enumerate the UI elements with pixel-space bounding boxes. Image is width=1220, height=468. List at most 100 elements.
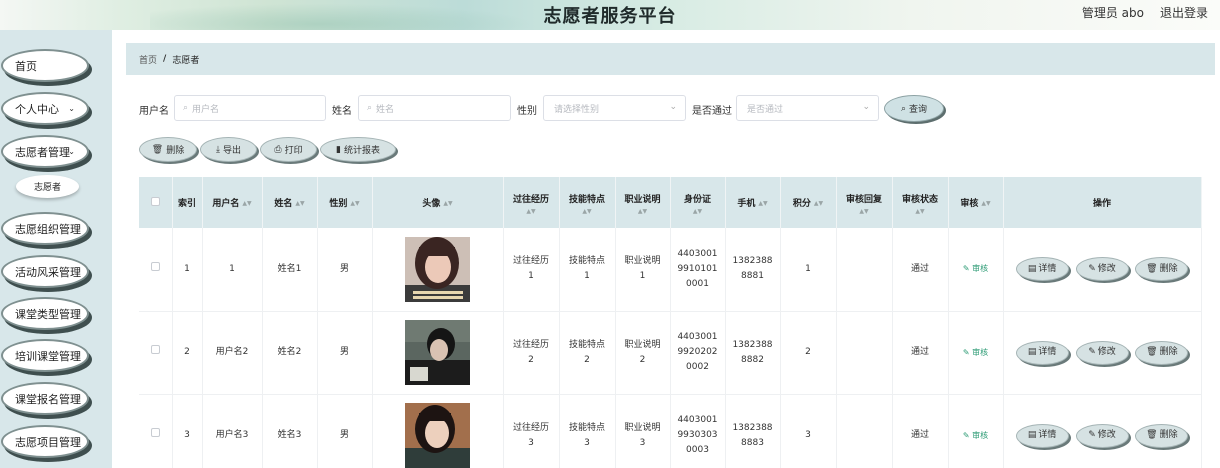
delete-row-button[interactable]: 🗑 删除: [1135, 423, 1189, 448]
idcard-line: 0001: [686, 278, 709, 289]
sidebar-item-personal-center[interactable]: 个人中心 ⌄: [1, 92, 89, 125]
review-link-label: 审核: [972, 347, 989, 357]
column-header-label: 审核状态: [901, 194, 938, 205]
column-header-review-reply[interactable]: 审核回复 ▲▼: [836, 177, 893, 228]
detail-label: 详情: [1038, 263, 1057, 274]
column-header-job[interactable]: 职业说明 ▲▼: [615, 177, 671, 228]
review-link[interactable]: ✎ 审核: [963, 264, 988, 273]
sidebar-item-label: 培训课堂管理: [15, 349, 81, 363]
cell-index: 2: [172, 311, 203, 395]
column-header-phone[interactable]: 手机 ▲▼: [725, 177, 781, 228]
column-header-review[interactable]: 审核 ▲▼: [948, 177, 1004, 228]
sidebar-subitem-volunteer[interactable]: 志愿者: [16, 175, 79, 198]
search-bar: 用户名 ⌕ 用户名 姓名 ⌕ 姓名 性别 请选择性别 ⌄ 是否通过 是否通过 ⌄…: [112, 95, 1220, 122]
delete-button[interactable]: 🗑 删除: [139, 137, 197, 162]
column-header-review-status[interactable]: 审核状态 ▲▼: [892, 177, 949, 228]
stats-report-button[interactable]: ▮ 统计报表: [320, 137, 396, 162]
detail-button[interactable]: ▤ 详情: [1015, 257, 1069, 282]
approved-select[interactable]: 是否通过 ⌄: [736, 95, 879, 121]
review-link-label: 审核: [972, 430, 989, 440]
edit-button[interactable]: ✎ 修改: [1075, 340, 1129, 365]
cell-skills: 技能特点 3: [559, 394, 616, 468]
avatar[interactable]: [405, 236, 470, 302]
sidebar-item-volunteer-project[interactable]: 志愿项目管理: [1, 425, 89, 458]
avatar[interactable]: [405, 403, 470, 468]
review-link[interactable]: ✎ 审核: [963, 431, 988, 440]
detail-label: 详情: [1038, 430, 1057, 440]
avatar[interactable]: [405, 320, 470, 385]
sidebar-item-activity-showcase[interactable]: 活动风采管理: [1, 255, 89, 288]
cell-review: ✎ 审核: [948, 394, 1004, 468]
sidebar-item-class-type[interactable]: 课堂类型管理: [1, 297, 89, 330]
cell-job: 职业说明 3: [615, 394, 671, 468]
column-header-username[interactable]: 用户名 ▲▼: [202, 177, 263, 228]
row-checkbox[interactable]: [150, 261, 160, 271]
column-header-index[interactable]: 索引: [172, 177, 203, 228]
column-header-skills[interactable]: 技能特点 ▲▼: [559, 177, 616, 228]
column-header-avatar[interactable]: 头像 ▲▼: [372, 177, 504, 228]
name-search-input[interactable]: ⌕ 姓名: [358, 95, 511, 121]
print-button[interactable]: ⎙ 打印: [260, 137, 317, 162]
export-button[interactable]: ⤓ 导出: [200, 137, 257, 162]
row-checkbox[interactable]: [150, 428, 160, 437]
action-bar: 🗑 删除 ⤓ 导出 ⎙ 打印 ▮ 统计报表: [112, 137, 1220, 163]
approved-label: 是否通过: [692, 106, 732, 117]
edit-button[interactable]: ✎ 修改: [1075, 257, 1129, 282]
sidebar-item-volunteer-management[interactable]: 志愿者管理 ⌄: [1, 135, 89, 168]
phone-line: 1382388: [732, 256, 773, 267]
idcard-line: 9930303: [677, 430, 718, 440]
row-checkbox[interactable]: [150, 345, 160, 354]
sort-icon: ▲▼: [813, 200, 824, 207]
edit-label: 修改: [1097, 347, 1116, 357]
breadcrumb-home[interactable]: 首页: [139, 53, 157, 66]
sort-icon: ▲▼: [758, 200, 768, 207]
idcard-line: 4403001: [677, 415, 718, 425]
experience-line: 3: [528, 437, 534, 448]
select-all-checkbox[interactable]: [150, 196, 160, 206]
export-label: 导出: [222, 146, 241, 156]
sidebar-item-home[interactable]: 首页: [1, 49, 89, 82]
gender-placeholder: 请选择性别: [554, 104, 600, 115]
username-search-input[interactable]: ⌕ 用户名: [174, 95, 326, 121]
column-header-idcard[interactable]: 身份证 ▲▼: [670, 177, 726, 228]
skills-line: 3: [584, 437, 590, 448]
job-line: 职业说明: [624, 256, 661, 267]
gender-label: 性别: [517, 106, 537, 117]
select-all-header: [139, 177, 173, 228]
cell-review-reply: [836, 228, 893, 312]
sidebar-item-label: 课堂报名管理: [15, 392, 81, 406]
sidebar-item-training-class[interactable]: 培训课堂管理: [1, 339, 89, 372]
idcard-line: 0003: [686, 445, 709, 455]
column-header-points[interactable]: 积分 ▲▼: [780, 177, 837, 228]
search-icon: ⌕: [183, 103, 189, 113]
edit-icon: ✎: [1088, 430, 1096, 440]
column-header-experience[interactable]: 过往经历 ▲▼: [503, 177, 560, 228]
gender-select[interactable]: 请选择性别 ⌄: [543, 95, 686, 121]
edit-icon: ✎: [962, 264, 970, 274]
delete-row-button[interactable]: 🗑 删除: [1135, 257, 1189, 282]
cell-name: 姓名1: [262, 228, 318, 312]
sidebar-item-class-enrollment[interactable]: 课堂报名管理: [1, 382, 89, 415]
logout-link[interactable]: 退出登录: [1160, 4, 1208, 21]
cell-points: 1: [780, 228, 837, 312]
edit-button[interactable]: ✎ 修改: [1075, 423, 1129, 448]
edit-icon: ✎: [1088, 347, 1096, 357]
phone-line: 1382388: [732, 339, 773, 350]
search-icon: ⌕: [900, 103, 907, 114]
cell-avatar: [372, 311, 504, 395]
job-line: 职业说明: [624, 339, 661, 350]
delete-row-button[interactable]: 🗑 删除: [1135, 340, 1189, 365]
sidebar-item-organization[interactable]: 志愿组织管理: [1, 212, 89, 245]
column-header-name[interactable]: 姓名 ▲▼: [262, 177, 318, 228]
column-header-gender[interactable]: 性别 ▲▼: [317, 177, 373, 228]
column-header-label: 操作: [1092, 199, 1111, 209]
table-header-row: 索引 用户名 ▲▼ 姓名 ▲▼ 性别 ▲▼ 头像 ▲▼ 过往经历 ▲▼ 技能特点 ▲▼ 职业…: [139, 177, 1202, 228]
phone-line: 8883: [741, 437, 764, 448]
detail-button[interactable]: ▤ 详情: [1015, 340, 1069, 365]
detail-button[interactable]: ▤ 详情: [1015, 423, 1069, 448]
current-user[interactable]: 管理员 abo: [1082, 4, 1144, 21]
review-link[interactable]: ✎ 审核: [963, 348, 988, 357]
skills-line: 技能特点: [568, 339, 605, 350]
row-select-cell: [139, 311, 173, 395]
query-button[interactable]: ⌕ 查询: [884, 95, 944, 122]
